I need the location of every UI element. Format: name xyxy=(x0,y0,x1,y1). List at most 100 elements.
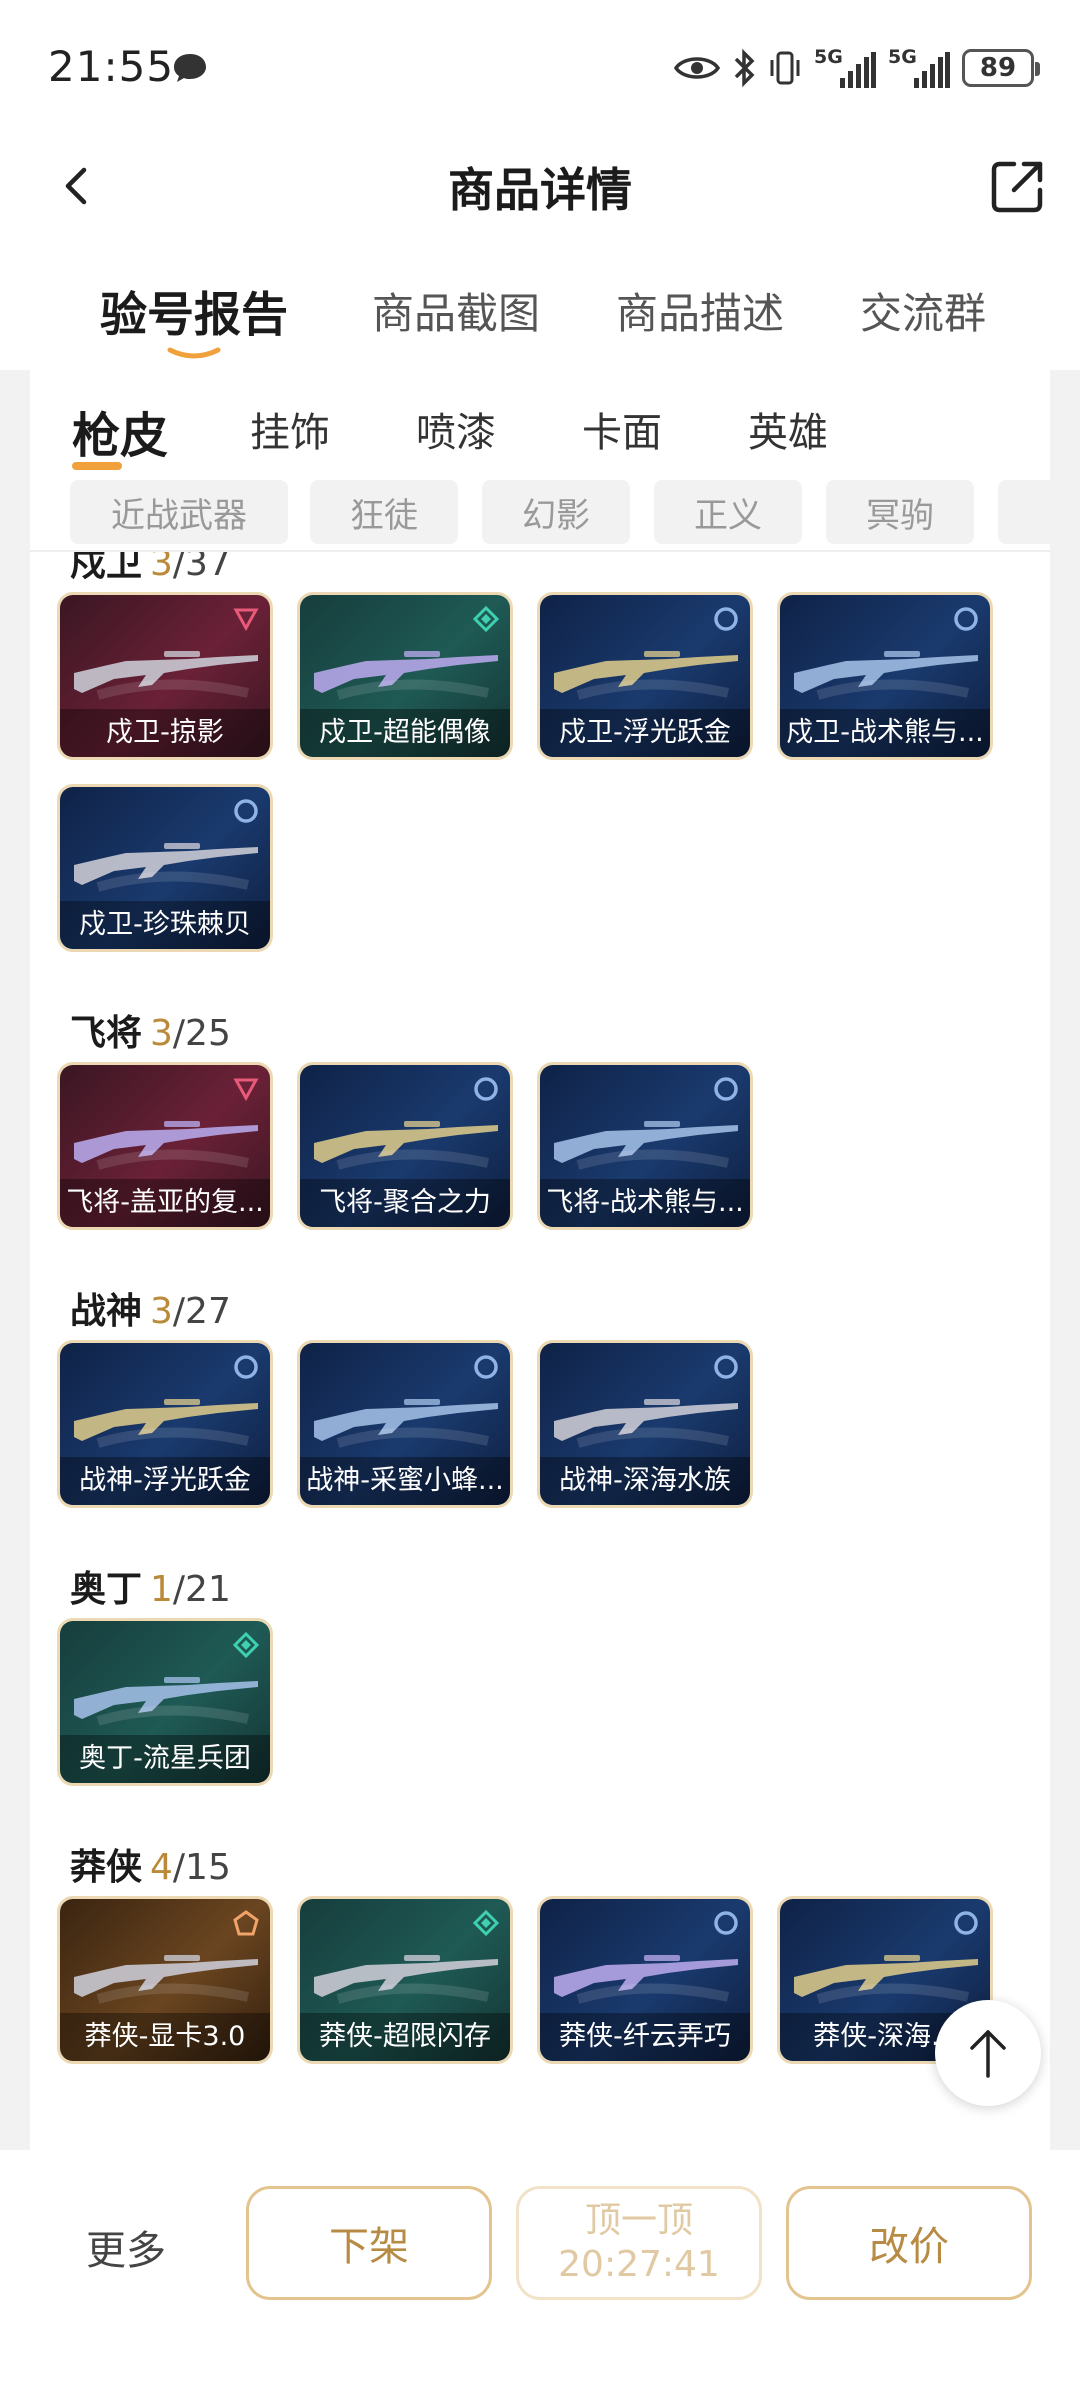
rarity-icon xyxy=(954,607,978,631)
skin-name: 战神-采蜜小蜂... xyxy=(300,1457,510,1505)
skin-card[interactable]: 莽侠-纤云弄巧 xyxy=(537,1896,753,2064)
skin-name: 飞将-盖亚的复... xyxy=(60,1179,270,1227)
rarity-icon xyxy=(714,1355,738,1379)
signal-5g-icon-2: 5G xyxy=(888,46,950,88)
chip-zhengyi[interactable]: 正义 xyxy=(654,480,802,544)
chip-more[interactable] xyxy=(998,480,1050,544)
skin-card[interactable]: 戍卫-掠影 xyxy=(57,592,273,760)
skin-name: 莽侠-超限闪存 xyxy=(300,2013,510,2061)
skin-name: 莽侠-纤云弄巧 xyxy=(540,2013,750,2061)
tab-description[interactable]: 商品描述 xyxy=(616,280,784,341)
rarity-icon xyxy=(474,1077,498,1101)
skin-name: 戍卫-超能偶像 xyxy=(300,709,510,757)
owned-count: 4 xyxy=(150,1847,173,1888)
weapon-name: 战神 xyxy=(70,1291,143,1332)
weapon-name: 莽侠 xyxy=(70,1847,143,1888)
subtab-underline xyxy=(72,462,122,470)
skin-name: 战神-浮光跃金 xyxy=(60,1457,270,1505)
skin-card[interactable]: 戍卫-战术熊与... xyxy=(777,592,993,760)
skin-card[interactable]: 莽侠-显卡3.0 xyxy=(57,1896,273,2064)
total-count: /15 xyxy=(172,1847,231,1888)
more-button[interactable]: 更多 xyxy=(86,2218,166,2276)
sub-tabs: 枪皮 挂饰 喷漆 卡面 英雄 xyxy=(30,370,1050,470)
skin-card[interactable]: 战神-采蜜小蜂... xyxy=(297,1340,513,1508)
share-icon[interactable] xyxy=(986,154,1050,218)
tab-underline xyxy=(167,347,221,359)
skin-name: 战神-深海水族 xyxy=(540,1457,750,1505)
status-time: 21:55 xyxy=(48,42,175,91)
bluetooth-icon xyxy=(734,49,755,87)
owned-count: 3 xyxy=(150,1013,173,1054)
vibrate-icon xyxy=(770,51,800,85)
total-count: /27 xyxy=(172,1291,231,1332)
page-title: 商品详情 xyxy=(448,163,632,217)
weapon-section-title: 飞将 3/25 xyxy=(70,1004,231,1056)
skin-card[interactable]: 飞将-聚合之力 xyxy=(297,1062,513,1230)
rarity-icon xyxy=(233,608,259,632)
unlist-button[interactable]: 下架 xyxy=(246,2186,492,2300)
rarity-icon xyxy=(714,1911,738,1935)
tab-screenshots[interactable]: 商品截图 xyxy=(372,280,540,341)
subtab-gun-skins[interactable]: 枪皮 xyxy=(72,396,168,466)
subtab-charms[interactable]: 挂饰 xyxy=(250,400,330,458)
skin-list[interactable]: 戍卫 3/37 戍卫-掠影 戍卫-超能偶像 戍卫-浮光跃金 戍卫-战术熊与... 戍卫-珍珠… xyxy=(30,552,1050,2150)
rarity-icon xyxy=(234,799,258,823)
skin-name: 戍卫-掠影 xyxy=(60,709,270,757)
weapon-image xyxy=(74,651,258,700)
weapon-image xyxy=(314,1955,498,2004)
skin-card[interactable]: 莽侠-超限闪存 xyxy=(297,1896,513,2064)
rarity-icon xyxy=(232,1631,260,1659)
skin-card[interactable]: 战神-深海水族 xyxy=(537,1340,753,1508)
tab-inspection-report[interactable]: 验号报告 xyxy=(100,276,288,345)
owned-count: 1 xyxy=(150,1569,173,1610)
skin-card[interactable]: 戍卫-超能偶像 xyxy=(297,592,513,760)
eye-icon xyxy=(674,57,720,79)
weapon-image xyxy=(794,651,978,700)
weapon-image xyxy=(74,1399,258,1448)
skin-card[interactable]: 战神-浮光跃金 xyxy=(57,1340,273,1508)
main-tabs: 验号报告 商品截图 商品描述 交流群 xyxy=(0,240,1080,370)
weapon-image xyxy=(554,1955,738,2004)
skin-name: 戍卫-珍珠棘贝 xyxy=(60,901,270,949)
rarity-icon xyxy=(233,1910,259,1936)
bottom-action-bar: 更多 下架 顶一顶 20:27:41 改价 xyxy=(0,2150,1080,2387)
scroll-to-top-button[interactable] xyxy=(935,2000,1041,2106)
rarity-icon xyxy=(233,1078,259,1102)
chip-melee[interactable]: 近战武器 xyxy=(70,480,288,544)
weapon-image xyxy=(74,1677,258,1726)
weapon-name: 戍卫 xyxy=(70,552,143,584)
total-count: /37 xyxy=(172,552,231,584)
skin-name: 奥丁-流星兵团 xyxy=(60,1735,270,1783)
rarity-icon xyxy=(472,1909,500,1937)
subtab-sprays[interactable]: 喷漆 xyxy=(416,400,496,458)
skin-card[interactable]: 戍卫-浮光跃金 xyxy=(537,592,753,760)
total-count: /21 xyxy=(172,1569,231,1610)
skin-name: 戍卫-战术熊与... xyxy=(780,709,990,757)
subtab-cards[interactable]: 卡面 xyxy=(582,400,662,458)
arrow-up-icon xyxy=(970,2030,1006,2078)
skin-name: 莽侠-显卡3.0 xyxy=(60,2013,270,2061)
weapon-image xyxy=(554,1121,738,1170)
owned-count: 3 xyxy=(150,1291,173,1332)
message-icon xyxy=(174,54,206,82)
content-card: 枪皮 挂饰 喷漆 卡面 英雄 近战武器 狂徒 幻影 正义 冥驹 戍卫 3/37 戍卫… xyxy=(30,370,1050,2150)
weapon-name: 奥丁 xyxy=(70,1569,143,1610)
skin-card[interactable]: 飞将-盖亚的复... xyxy=(57,1062,273,1230)
chip-huanying[interactable]: 幻影 xyxy=(482,480,630,544)
chip-kuangtu[interactable]: 狂徒 xyxy=(310,480,458,544)
signal-5g-icon: 5G xyxy=(814,46,876,88)
rarity-icon xyxy=(714,607,738,631)
reprice-button[interactable]: 改价 xyxy=(786,2186,1032,2300)
skin-card[interactable]: 戍卫-珍珠棘贝 xyxy=(57,784,273,952)
chip-mingju[interactable]: 冥驹 xyxy=(826,480,974,544)
tab-group[interactable]: 交流群 xyxy=(860,280,986,341)
weapon-filter-chips: 近战武器 狂徒 幻影 正义 冥驹 xyxy=(30,480,1050,560)
skin-card[interactable]: 奥丁-流星兵团 xyxy=(57,1618,273,1786)
total-count: /25 xyxy=(172,1013,231,1054)
rarity-icon xyxy=(472,605,500,633)
skin-card[interactable]: 飞将-战术熊与... xyxy=(537,1062,753,1230)
bump-countdown: 20:27:41 xyxy=(558,2244,720,2285)
subtab-agents[interactable]: 英雄 xyxy=(748,400,828,458)
rarity-icon xyxy=(474,1355,498,1379)
bump-button[interactable]: 顶一顶 20:27:41 xyxy=(516,2186,762,2300)
